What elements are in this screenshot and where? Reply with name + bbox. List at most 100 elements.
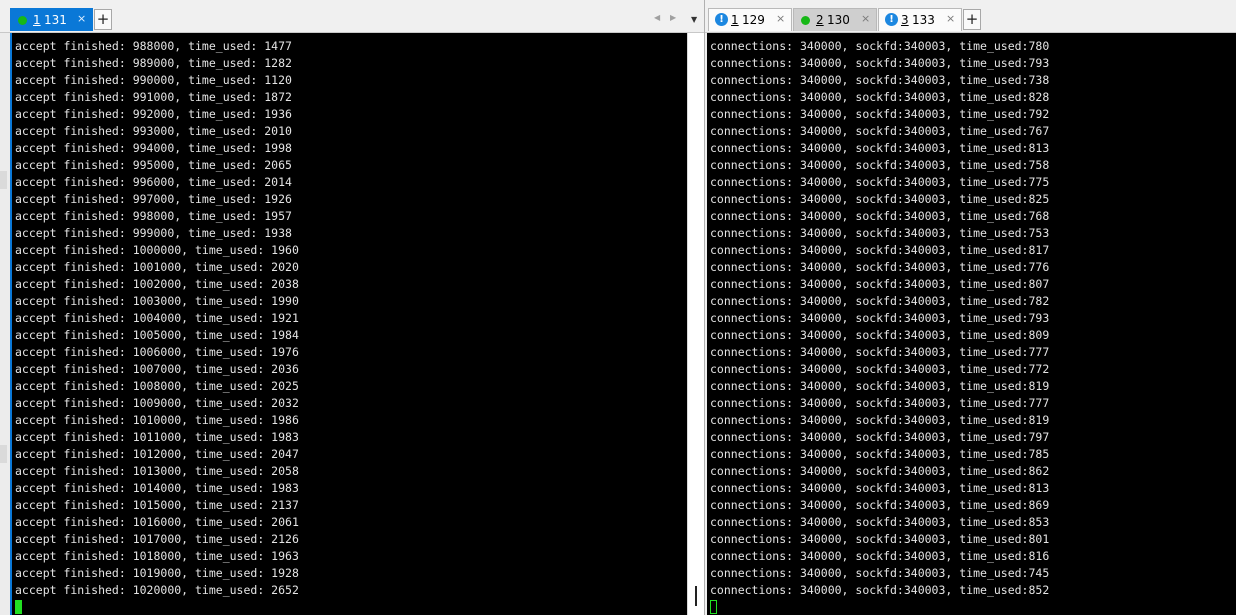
terminal-line: accept finished: 1004000, time_used: 192… xyxy=(15,311,299,325)
tab-session-1-129[interactable]: ! 1 129 × xyxy=(708,8,792,31)
terminal-line: accept finished: 1003000, time_used: 199… xyxy=(15,294,299,308)
add-tab-button[interactable]: + xyxy=(963,9,981,30)
add-tab-button[interactable]: + xyxy=(94,9,112,30)
terminal-prompt-line xyxy=(710,599,1049,615)
terminal-line: accept finished: 1020000, time_used: 265… xyxy=(15,583,299,597)
terminal-line: connections: 340000, sockfd:340003, time… xyxy=(710,311,1050,325)
terminal-lines: accept finished: 988000, time_used: 1477… xyxy=(15,38,299,615)
terminal-line: connections: 340000, sockfd:340003, time… xyxy=(710,192,1050,206)
terminal-cursor xyxy=(710,600,717,614)
terminal-line: connections: 340000, sockfd:340003, time… xyxy=(710,107,1050,121)
terminal-line: accept finished: 999000, time_used: 1938 xyxy=(15,226,292,240)
terminal-line: connections: 340000, sockfd:340003, time… xyxy=(710,39,1050,53)
tab-number: 1 xyxy=(731,13,739,27)
tab-label: 131 xyxy=(44,13,67,27)
close-icon[interactable]: × xyxy=(776,12,785,25)
tab-number: 3 xyxy=(901,13,909,27)
terminal-prompt-line xyxy=(15,599,299,615)
terminal-line: accept finished: 1011000, time_used: 198… xyxy=(15,430,299,444)
terminal-line: accept finished: 1005000, time_used: 198… xyxy=(15,328,299,342)
terminal-line: accept finished: 994000, time_used: 1998 xyxy=(15,141,292,155)
terminal-line: connections: 340000, sockfd:340003, time… xyxy=(710,226,1050,240)
tab-session-3-133[interactable]: ! 3 133 × xyxy=(878,8,962,31)
terminal-line: accept finished: 996000, time_used: 2014 xyxy=(15,175,292,189)
tab-list-dropdown-icon[interactable]: ▼ xyxy=(691,15,697,24)
terminal-line: connections: 340000, sockfd:340003, time… xyxy=(710,430,1050,444)
tab-label: 129 xyxy=(742,13,765,27)
terminal-line: accept finished: 990000, time_used: 1120 xyxy=(15,73,292,87)
terminal-output-130[interactable]: connections: 340000, sockfd:340003, time… xyxy=(707,33,1236,615)
terminal-line: connections: 340000, sockfd:340003, time… xyxy=(710,243,1050,257)
terminal-line: accept finished: 1013000, time_used: 205… xyxy=(15,464,299,478)
terminal-line: connections: 340000, sockfd:340003, time… xyxy=(710,90,1050,104)
tab-number: 1 xyxy=(33,13,41,27)
terminal-line: accept finished: 1008000, time_used: 202… xyxy=(15,379,299,393)
terminal-line: accept finished: 1007000, time_used: 203… xyxy=(15,362,299,376)
close-icon[interactable]: × xyxy=(946,12,955,25)
scroll-tabs-left-icon[interactable]: ◀ xyxy=(654,13,660,22)
terminal-line: accept finished: 991000, time_used: 1872 xyxy=(15,90,292,104)
tab-number: 2 xyxy=(816,13,824,27)
terminal-line: accept finished: 988000, time_used: 1477 xyxy=(15,39,292,53)
terminal-line: accept finished: 998000, time_used: 1957 xyxy=(15,209,292,223)
warning-icon: ! xyxy=(715,13,728,26)
gutter-marker xyxy=(0,445,7,463)
terminal-line: accept finished: 1012000, time_used: 204… xyxy=(15,447,299,461)
terminal-line: accept finished: 995000, time_used: 2065 xyxy=(15,158,292,172)
scroll-tabs-right-icon[interactable]: ▶ xyxy=(670,13,676,22)
tab-label: 130 xyxy=(827,13,850,27)
left-gutter xyxy=(0,33,10,615)
terminal-line: accept finished: 1001000, time_used: 202… xyxy=(15,260,299,274)
terminal-output-131[interactable]: accept finished: 988000, time_used: 1477… xyxy=(10,33,687,615)
left-tab-bar: 1 131 × + ◀ ▶ ▼ xyxy=(0,0,704,33)
terminal-cursor xyxy=(15,600,22,614)
terminal-line: connections: 340000, sockfd:340003, time… xyxy=(710,498,1050,512)
terminal-line: accept finished: 1017000, time_used: 212… xyxy=(15,532,299,546)
terminal-line: connections: 340000, sockfd:340003, time… xyxy=(710,73,1050,87)
terminal-line: connections: 340000, sockfd:340003, time… xyxy=(710,260,1050,274)
terminal-line: connections: 340000, sockfd:340003, time… xyxy=(710,362,1050,376)
terminal-line: accept finished: 992000, time_used: 1936 xyxy=(15,107,292,121)
terminal-line: connections: 340000, sockfd:340003, time… xyxy=(710,549,1050,563)
terminal-line: connections: 340000, sockfd:340003, time… xyxy=(710,141,1050,155)
terminal-line: connections: 340000, sockfd:340003, time… xyxy=(710,583,1050,597)
close-icon[interactable]: × xyxy=(861,12,870,25)
terminal-line: connections: 340000, sockfd:340003, time… xyxy=(710,515,1050,529)
terminal-line: connections: 340000, sockfd:340003, time… xyxy=(710,566,1050,580)
terminal-line: connections: 340000, sockfd:340003, time… xyxy=(710,396,1050,410)
status-dot-icon xyxy=(18,16,27,25)
gutter-marker xyxy=(0,171,7,189)
tab-session-2-130[interactable]: 2 130 × xyxy=(793,8,877,31)
terminal-line: accept finished: 1006000, time_used: 197… xyxy=(15,345,299,359)
terminal-line: connections: 340000, sockfd:340003, time… xyxy=(710,124,1050,138)
terminal-line: connections: 340000, sockfd:340003, time… xyxy=(710,328,1050,342)
right-tab-bar: ! 1 129 × 2 130 × ! 3 133 × + xyxy=(705,0,1236,33)
terminal-line: accept finished: 1009000, time_used: 203… xyxy=(15,396,299,410)
terminal-lines: connections: 340000, sockfd:340003, time… xyxy=(710,38,1049,615)
left-terminal-pane: 1 131 × + ◀ ▶ ▼ accept finished: 988000,… xyxy=(0,0,704,615)
scrollbar-thumb[interactable] xyxy=(695,586,697,606)
terminal-line: accept finished: 1000000, time_used: 196… xyxy=(15,243,299,257)
terminal-line: accept finished: 1016000, time_used: 206… xyxy=(15,515,299,529)
vertical-scrollbar[interactable] xyxy=(687,33,704,615)
terminal-line: accept finished: 997000, time_used: 1926 xyxy=(15,192,292,206)
terminal-line: connections: 340000, sockfd:340003, time… xyxy=(710,56,1050,70)
right-terminal-pane: ! 1 129 × 2 130 × ! 3 133 × + connection… xyxy=(705,0,1236,615)
terminal-line: connections: 340000, sockfd:340003, time… xyxy=(710,379,1050,393)
terminal-line: connections: 340000, sockfd:340003, time… xyxy=(710,209,1050,223)
terminal-line: connections: 340000, sockfd:340003, time… xyxy=(710,481,1050,495)
warning-icon: ! xyxy=(885,13,898,26)
tab-label: 133 xyxy=(912,13,935,27)
terminal-line: connections: 340000, sockfd:340003, time… xyxy=(710,277,1050,291)
terminal-line: connections: 340000, sockfd:340003, time… xyxy=(710,464,1050,478)
terminal-line: accept finished: 1019000, time_used: 192… xyxy=(15,566,299,580)
close-icon[interactable]: × xyxy=(77,12,86,25)
terminal-line: connections: 340000, sockfd:340003, time… xyxy=(710,345,1050,359)
terminal-line: accept finished: 989000, time_used: 1282 xyxy=(15,56,292,70)
tab-session-1-131[interactable]: 1 131 × xyxy=(10,8,93,31)
terminal-line: connections: 340000, sockfd:340003, time… xyxy=(710,294,1050,308)
terminal-line: accept finished: 993000, time_used: 2010 xyxy=(15,124,292,138)
terminal-line: accept finished: 1015000, time_used: 213… xyxy=(15,498,299,512)
status-dot-icon xyxy=(801,16,810,25)
terminal-line: accept finished: 1018000, time_used: 196… xyxy=(15,549,299,563)
